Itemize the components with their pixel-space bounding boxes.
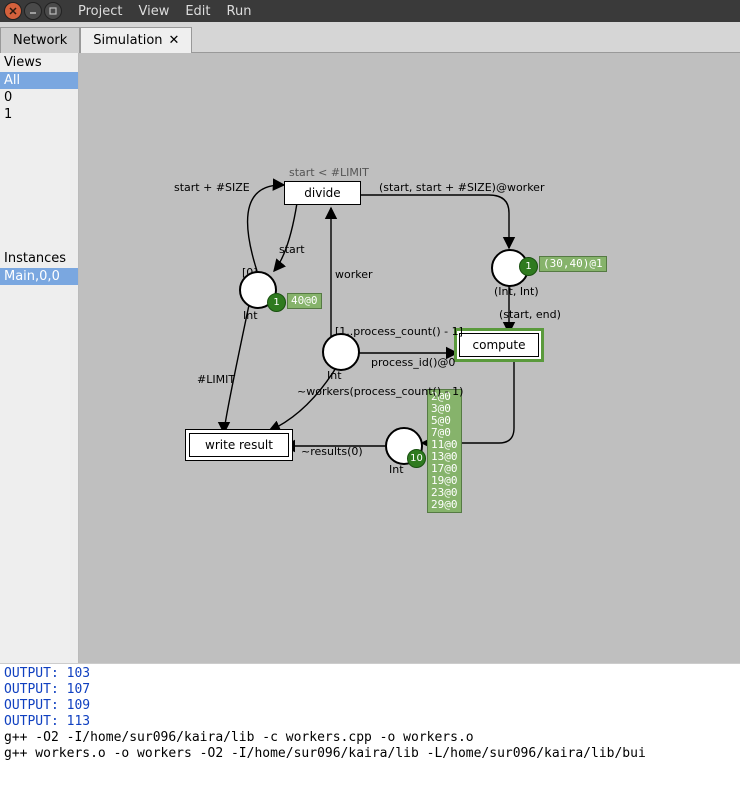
tabbar: Network Simulation ✕ [0,22,740,53]
place-start-type: Int [243,309,258,322]
edge-results: ~results(0) [301,445,363,458]
transition-compute[interactable]: compute [459,333,539,357]
views-list: All 0 1 [0,72,78,123]
console-line: OUTPUT: 113 [4,714,736,730]
place-results-type: Int [389,463,404,476]
place-worker[interactable] [322,333,360,371]
maximize-window-icon[interactable] [44,2,62,20]
tab-network[interactable]: Network [0,27,80,53]
edge-start: start [279,243,305,256]
view-all[interactable]: All [0,72,78,89]
workspace: Views All 0 1 Instances Main,0,0 [0,53,740,663]
place-results-tokens: 2@0 3@0 5@0 7@0 11@0 13@0 17@0 19@0 23@0… [427,389,462,513]
console-line: OUTPUT: 107 [4,682,736,698]
views-header: Views [0,53,78,72]
close-tab-icon[interactable]: ✕ [169,33,180,48]
menu-edit[interactable]: Edit [185,4,210,19]
place-start-count: 1 [267,293,286,312]
edge-start-end: (start, end) [499,308,561,321]
view-0[interactable]: 0 [0,89,78,106]
sidebar: Views All 0 1 Instances Main,0,0 [0,53,79,663]
transition-write-result[interactable]: write result [189,433,289,457]
place-start-tokens: 40@0 [287,293,322,309]
place-worker-init: [1..process_count() - 1] [335,325,463,338]
console-line: g++ workers.o -o workers -O2 -I/home/sur… [4,746,736,762]
console-line: g++ -O2 -I/home/sur096/kaira/lib -c work… [4,730,736,746]
edge-limit: #LIMIT [197,373,235,386]
place-tuple-type: (Int, Int) [494,285,539,298]
console-line: OUTPUT: 109 [4,698,736,714]
transition-divide[interactable]: divide [284,181,361,205]
place-tuple-tokens: (30,40)@1 [539,256,607,272]
menu-project[interactable]: Project [78,4,122,19]
console-output[interactable]: OUTPUT: 103 OUTPUT: 107 OUTPUT: 109 OUTP… [0,663,740,788]
guard-divide: start < #LIMIT [289,166,369,179]
place-tuple-count: 1 [519,257,538,276]
edge-worker: worker [335,268,373,281]
tab-simulation[interactable]: Simulation ✕ [80,27,192,53]
menu-view[interactable]: View [138,4,169,19]
console-line: OUTPUT: 103 [4,666,736,682]
instances-header: Instances [0,249,78,268]
instances-list: Main,0,0 [0,268,78,285]
edge-workers: ~workers(process_count() - 1) [297,385,463,398]
petri-net-canvas[interactable]: start < #LIMIT divide compute write resu… [79,53,740,663]
edge-start-size: start + #SIZE [174,181,250,194]
menubar: Project View Edit Run [78,4,251,19]
place-results-count: 10 [407,449,426,468]
view-1[interactable]: 1 [0,106,78,123]
tab-simulation-label: Simulation [93,33,162,48]
place-worker-type: Int [327,369,342,382]
edge-proc-id: process_id()@0 [371,356,455,369]
instance-main[interactable]: Main,0,0 [0,268,78,285]
titlebar: Project View Edit Run [0,0,740,22]
minimize-window-icon[interactable] [24,2,42,20]
menu-run[interactable]: Run [227,4,252,19]
edge-tuple-out: (start, start + #SIZE)@worker [379,181,544,194]
close-window-icon[interactable] [4,2,22,20]
